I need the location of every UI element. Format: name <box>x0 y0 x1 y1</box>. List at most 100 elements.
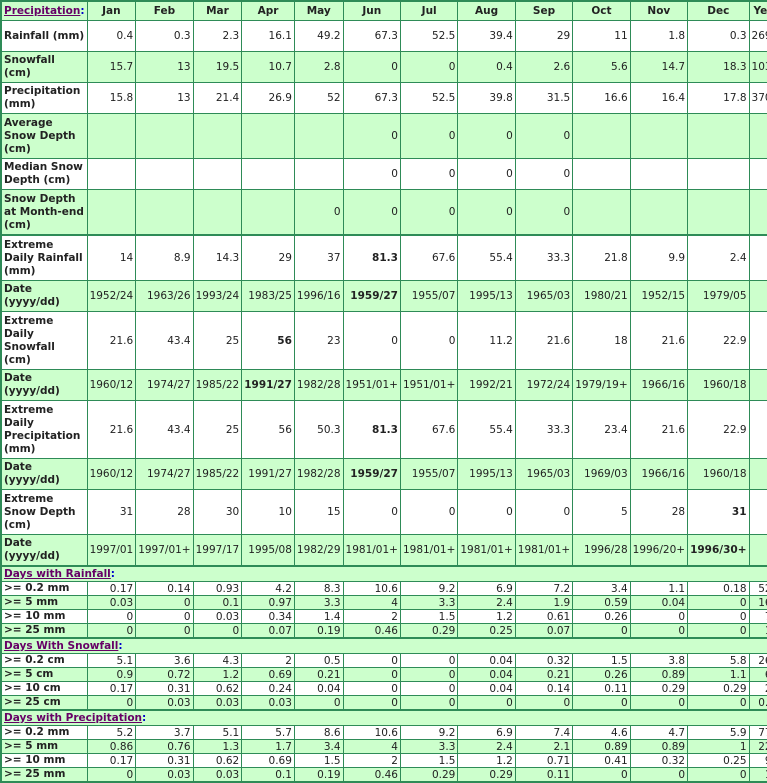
value-cell: 0 <box>629 609 689 624</box>
value-cell <box>86 189 137 236</box>
row-label: Precipitation (mm) <box>0 82 88 114</box>
value-cell: 33.3 <box>514 400 574 459</box>
value-cell: 0 <box>342 311 401 370</box>
value-cell: 11 <box>572 20 631 52</box>
value-cell: 0 <box>457 489 516 535</box>
value-cell: 10.7 <box>241 51 295 83</box>
table-row: Date (yyyy/dd) 1952/24 1963/26 1993/24 1983/… <box>0 280 767 312</box>
value-cell: 1991/27 <box>241 458 295 490</box>
value-cell: 1992/21 <box>457 369 516 401</box>
value-cell: 1951/01+ <box>342 369 401 401</box>
value-cell: 21.6 <box>86 400 137 459</box>
value-cell: 39.4 <box>457 20 516 52</box>
value-cell: 0.93 <box>192 581 243 596</box>
value-cell: 56 <box>241 311 295 370</box>
value-cell: 0 <box>687 767 750 783</box>
value-cell: 2 <box>342 753 401 768</box>
value-cell: 0.07 <box>514 623 574 639</box>
value-cell: 0 <box>342 189 401 236</box>
table-row: >= 10 cm 0.17 0.31 0.62 0.24 0.04 0 0 0.04 0.14 0.… <box>0 681 767 696</box>
table-row: >= 0.2 mm 0.17 0.14 0.93 4.2 8.3 10.6 9.2 6.9 7.2… <box>0 581 767 596</box>
value-cell <box>687 113 750 159</box>
year-cell <box>748 400 767 459</box>
value-cell: 1959/27 <box>342 280 401 312</box>
value-cell: 4.2 <box>241 581 295 596</box>
value-cell: 0.89 <box>572 739 631 754</box>
value-cell: 0.5 <box>293 653 344 668</box>
section-title-link[interactable]: Days with Precipitation <box>4 712 142 724</box>
value-cell: 0.29 <box>399 623 459 639</box>
row-label: >= 10 mm <box>0 609 88 624</box>
year-cell <box>748 311 767 370</box>
value-cell: 21.6 <box>514 311 574 370</box>
precipitation-section-link[interactable]: Precipitation <box>4 5 80 17</box>
value-cell: 21.6 <box>629 400 689 459</box>
value-cell: 1.3 <box>192 739 243 754</box>
value-cell: 52 <box>293 82 344 114</box>
section-title-link[interactable]: Days with Rainfall <box>4 568 111 580</box>
value-cell <box>135 158 194 190</box>
value-cell <box>135 189 194 236</box>
row-label: Rainfall (mm) <box>0 20 88 52</box>
value-cell: 4.6 <box>572 725 631 740</box>
row-label: Extreme Daily Snowfall (cm) <box>0 311 88 370</box>
value-cell: 2.1 <box>514 739 574 754</box>
value-cell: 4 <box>342 739 401 754</box>
value-cell: 21.4 <box>192 82 243 114</box>
value-cell: 31.5 <box>514 82 574 114</box>
value-cell: 1996/20+ <box>629 534 689 567</box>
value-cell: 67.3 <box>342 20 401 52</box>
value-cell: 0.69 <box>241 753 295 768</box>
value-cell: 0.21 <box>293 667 344 682</box>
value-cell: 1.5 <box>399 609 459 624</box>
value-cell: 7.4 <box>514 725 574 740</box>
value-cell: 0 <box>457 695 516 711</box>
value-cell: 21.6 <box>86 311 137 370</box>
year-cell <box>748 280 767 312</box>
value-cell <box>192 189 243 236</box>
year-cell: 16.6 <box>748 595 767 610</box>
row-label: Snowfall (cm) <box>0 51 88 83</box>
value-cell: 5.6 <box>572 51 631 83</box>
value-cell: 31 <box>687 489 750 535</box>
value-cell: 9.9 <box>629 234 689 281</box>
value-cell: 18.3 <box>687 51 750 83</box>
year-cell: 6.3 <box>748 667 767 682</box>
value-cell: 0 <box>342 158 401 190</box>
value-cell: 0.17 <box>86 753 137 768</box>
value-cell: 0 <box>572 695 631 711</box>
value-cell <box>687 158 750 190</box>
value-cell: 1.8 <box>629 20 689 52</box>
value-cell: 16.4 <box>629 82 689 114</box>
section-header-cell: Days with Rainfall: <box>0 565 767 582</box>
table-row: >= 25 mm0000.070.190.460.290.250.070001.… <box>0 623 767 639</box>
value-cell: 56 <box>241 400 295 459</box>
value-cell: 0.03 <box>192 767 243 783</box>
value-cell: 1959/27 <box>342 458 401 490</box>
value-cell: 5 <box>572 489 631 535</box>
value-cell: 1979/19+ <box>572 369 631 401</box>
value-cell <box>241 158 295 190</box>
value-cell: 1995/08 <box>241 534 295 567</box>
value-cell: 1955/07 <box>399 280 459 312</box>
table-row: Extreme Daily Rainfall (mm) 14 8.9 14.3 29 37… <box>0 234 767 281</box>
row-label: >= 0.2 mm <box>0 725 88 740</box>
section-title-link[interactable]: Days With Snowfall <box>4 640 118 652</box>
row-label: Date (yyyy/dd) <box>0 280 88 312</box>
value-cell: 0 <box>192 623 243 639</box>
value-cell: 1985/22 <box>192 369 243 401</box>
table-row: >= 5 cm 0.9 0.72 1.2 0.69 0.21 0 0 0.04 0.21 0.26 0… <box>0 667 767 682</box>
value-cell <box>241 189 295 236</box>
value-cell: 0.19 <box>293 767 344 783</box>
value-cell: 1972/24 <box>514 369 574 401</box>
value-cell: 33.3 <box>514 234 574 281</box>
col-apr: Apr <box>241 0 295 21</box>
value-cell: 0.11 <box>514 767 574 783</box>
value-cell: 0.04 <box>457 653 516 668</box>
year-cell: 52.2 <box>748 581 767 596</box>
value-cell: 0.4 <box>457 51 516 83</box>
value-cell: 0.3 <box>135 20 194 52</box>
value-cell: 19.5 <box>192 51 243 83</box>
value-cell: 0 <box>86 767 137 783</box>
section-colon: : <box>110 568 115 580</box>
